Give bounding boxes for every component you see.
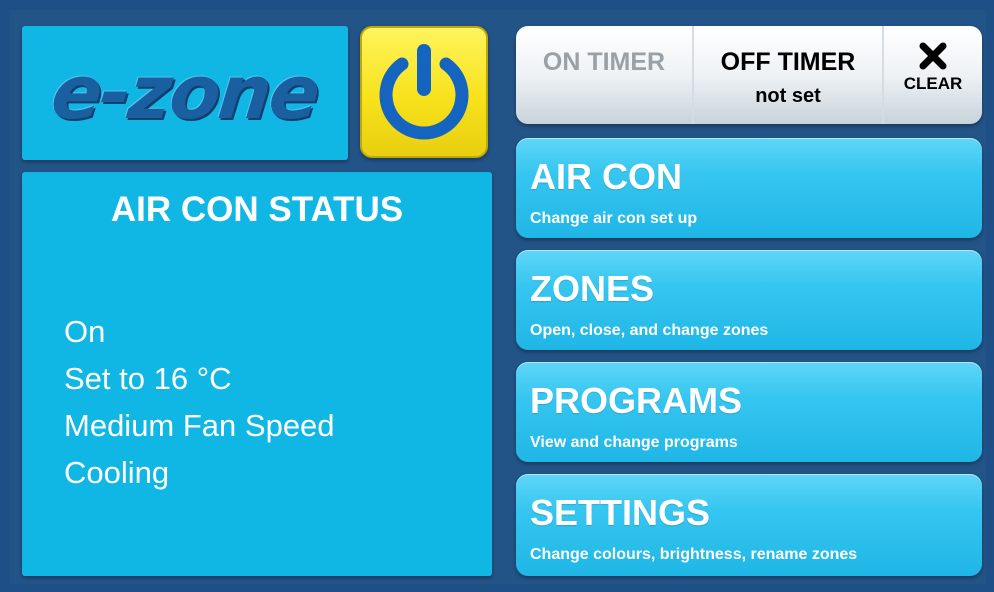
air-con-title: AIR CON bbox=[530, 156, 682, 197]
status-title: AIR CON STATUS bbox=[110, 190, 404, 229]
off-timer-value: not set bbox=[755, 85, 821, 107]
programs-subtitle: View and change programs bbox=[530, 434, 738, 451]
power-button[interactable] bbox=[360, 26, 488, 158]
close-icon bbox=[919, 42, 947, 70]
air-con-status-panel: AIR CON STATUS On Set to 16 °C Medium Fa… bbox=[22, 172, 492, 576]
settings-title: SETTINGS bbox=[530, 492, 711, 533]
on-timer-button[interactable]: ON TIMER bbox=[516, 26, 692, 124]
off-timer-button[interactable]: OFF TIMER not set bbox=[692, 26, 884, 124]
zones-button[interactable]: ZONES Open, close, and change zones bbox=[516, 250, 982, 350]
status-set-temperature: Set to 16 °C bbox=[64, 361, 232, 396]
zones-subtitle: Open, close, and change zones bbox=[530, 322, 769, 339]
logo-panel: e-zone bbox=[22, 26, 348, 160]
e-zone-logo: e-zone bbox=[47, 50, 323, 136]
status-mode: Cooling bbox=[64, 455, 170, 490]
on-timer-label: ON TIMER bbox=[542, 48, 666, 76]
timer-bar: ON TIMER OFF TIMER not set CLEAR bbox=[516, 26, 982, 124]
settings-button[interactable]: SETTINGS Change colours, brightness, ren… bbox=[516, 474, 982, 576]
power-icon bbox=[379, 44, 469, 140]
status-power-state: On bbox=[64, 314, 106, 349]
programs-button[interactable]: PROGRAMS View and change programs bbox=[516, 362, 982, 462]
zones-title: ZONES bbox=[530, 268, 655, 309]
status-lines: On Set to 16 °C Medium Fan Speed Cooling bbox=[64, 308, 335, 496]
clear-timer-button[interactable]: CLEAR bbox=[884, 26, 982, 124]
air-con-subtitle: Change air con set up bbox=[530, 210, 698, 227]
status-fan-speed: Medium Fan Speed bbox=[64, 408, 335, 443]
programs-title: PROGRAMS bbox=[530, 380, 743, 421]
air-con-button[interactable]: AIR CON Change air con set up bbox=[516, 138, 982, 238]
settings-subtitle: Change colours, brightness, rename zones bbox=[530, 546, 858, 563]
clear-label: CLEAR bbox=[903, 74, 963, 93]
off-timer-label: OFF TIMER bbox=[720, 48, 856, 76]
